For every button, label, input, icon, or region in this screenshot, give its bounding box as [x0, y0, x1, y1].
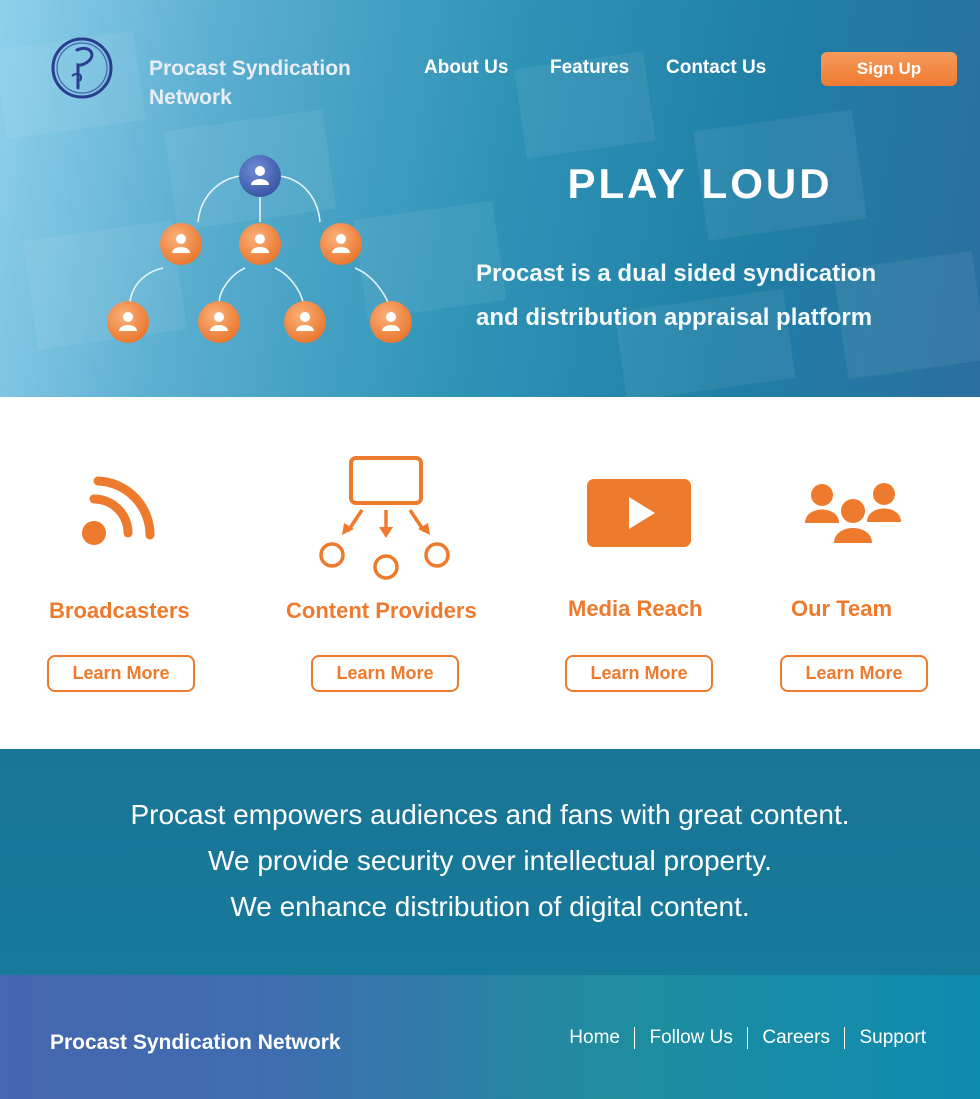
brand-name-line2: Network	[149, 86, 232, 109]
footer-link-home[interactable]: Home	[569, 1027, 620, 1049]
top-node	[239, 155, 281, 197]
team-people-icon	[805, 483, 901, 543]
network-hierarchy-illustration	[107, 155, 412, 343]
hero-title: PLAY LOUD	[567, 160, 833, 207]
features-section: Broadcasters Learn More Content Provider…	[0, 397, 980, 749]
learn-more-our-team-button[interactable]: Learn More	[780, 655, 928, 692]
mission-section: Procast empowers audiences and fans with…	[0, 749, 980, 975]
footer-link-careers[interactable]: Careers	[762, 1027, 830, 1049]
nav-about-us[interactable]: About Us	[424, 57, 508, 79]
mission-line-3: We enhance distribution of digital conte…	[230, 891, 750, 922]
mission-line-2: We provide security over intellectual pr…	[208, 845, 772, 876]
brand-name-line1: Procast Syndication	[149, 57, 351, 80]
footer-links: Home Follow Us Careers Support	[569, 1027, 926, 1049]
hero-subtitle-line2: and distribution appraisal platform	[476, 304, 873, 331]
footer-divider	[633, 1027, 636, 1049]
feature-label-broadcasters: Broadcasters	[49, 598, 190, 623]
learn-more-media-reach-button[interactable]: Learn More	[565, 655, 713, 692]
footer-divider	[746, 1027, 749, 1049]
brand-name: Procast Syndication Network	[149, 54, 389, 112]
play-video-icon	[587, 479, 691, 547]
footer-link-follow-us[interactable]: Follow Us	[649, 1027, 732, 1049]
footer-link-support[interactable]: Support	[859, 1027, 926, 1049]
brand-logo[interactable]	[50, 36, 114, 100]
hero-banner: Procast Syndication Network About Us Fea…	[0, 0, 980, 397]
mission-line-1: Procast empowers audiences and fans with…	[130, 799, 850, 830]
feature-label-content-providers: Content Providers	[286, 598, 477, 623]
sign-up-button[interactable]: Sign Up	[821, 52, 957, 86]
feature-label-our-team: Our Team	[791, 596, 893, 621]
nav-contact-us[interactable]: Contact Us	[666, 57, 766, 79]
hero-subtitle-line1: Procast is a dual sided syndication	[476, 260, 877, 287]
feature-label-media-reach: Media Reach	[568, 596, 703, 621]
rss-icon	[82, 476, 155, 545]
learn-more-broadcasters-button[interactable]: Learn More	[47, 655, 195, 692]
hero-subtitle: Procast is a dual sided syndication and …	[476, 252, 946, 340]
footer-brand: Procast Syndication Network	[50, 1031, 341, 1054]
footer: Procast Syndication Network Home Follow …	[0, 975, 980, 1099]
distribution-diagram-icon	[319, 456, 450, 580]
learn-more-content-providers-button[interactable]: Learn More	[311, 655, 459, 692]
footer-divider	[843, 1027, 846, 1049]
nav-features[interactable]: Features	[550, 57, 629, 79]
